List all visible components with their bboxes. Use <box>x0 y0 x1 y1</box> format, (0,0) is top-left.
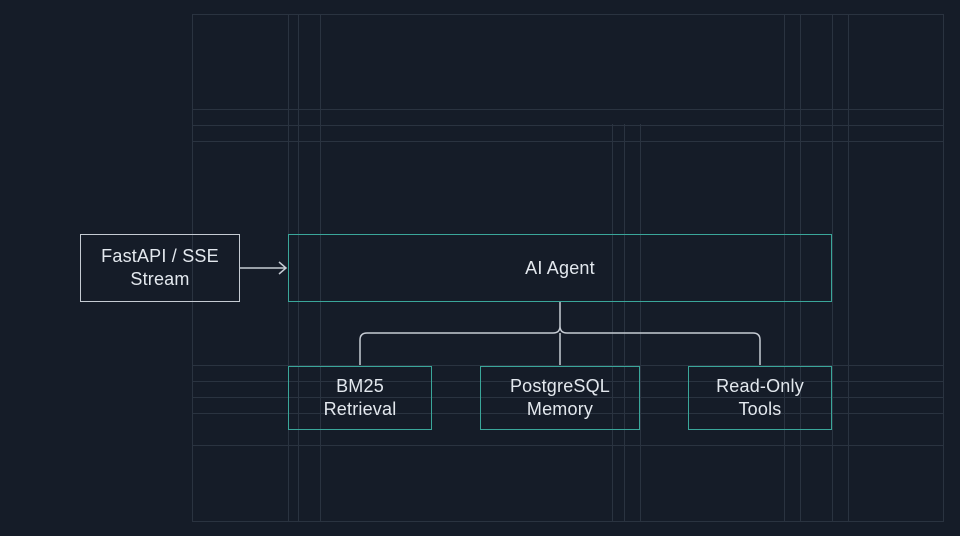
diagram-canvas: FastAPI / SSE Stream AI Agent BM25 Retri… <box>0 0 960 536</box>
node-label: FastAPI / SSE Stream <box>101 246 219 289</box>
node-label: BM25 Retrieval <box>323 376 397 419</box>
ai-agent-node: AI Agent <box>288 234 832 302</box>
read-only-tools-node: Read-Only Tools <box>688 366 832 430</box>
node-label: AI Agent <box>525 257 595 278</box>
node-label: Read-Only Tools <box>716 376 804 419</box>
fastapi-sse-stream-node: FastAPI / SSE Stream <box>80 234 240 302</box>
postgresql-memory-node: PostgreSQL Memory <box>480 366 640 430</box>
bm25-retrieval-node: BM25 Retrieval <box>288 366 432 430</box>
edge-agent-to-components <box>359 302 761 365</box>
node-label: PostgreSQL Memory <box>509 376 611 419</box>
